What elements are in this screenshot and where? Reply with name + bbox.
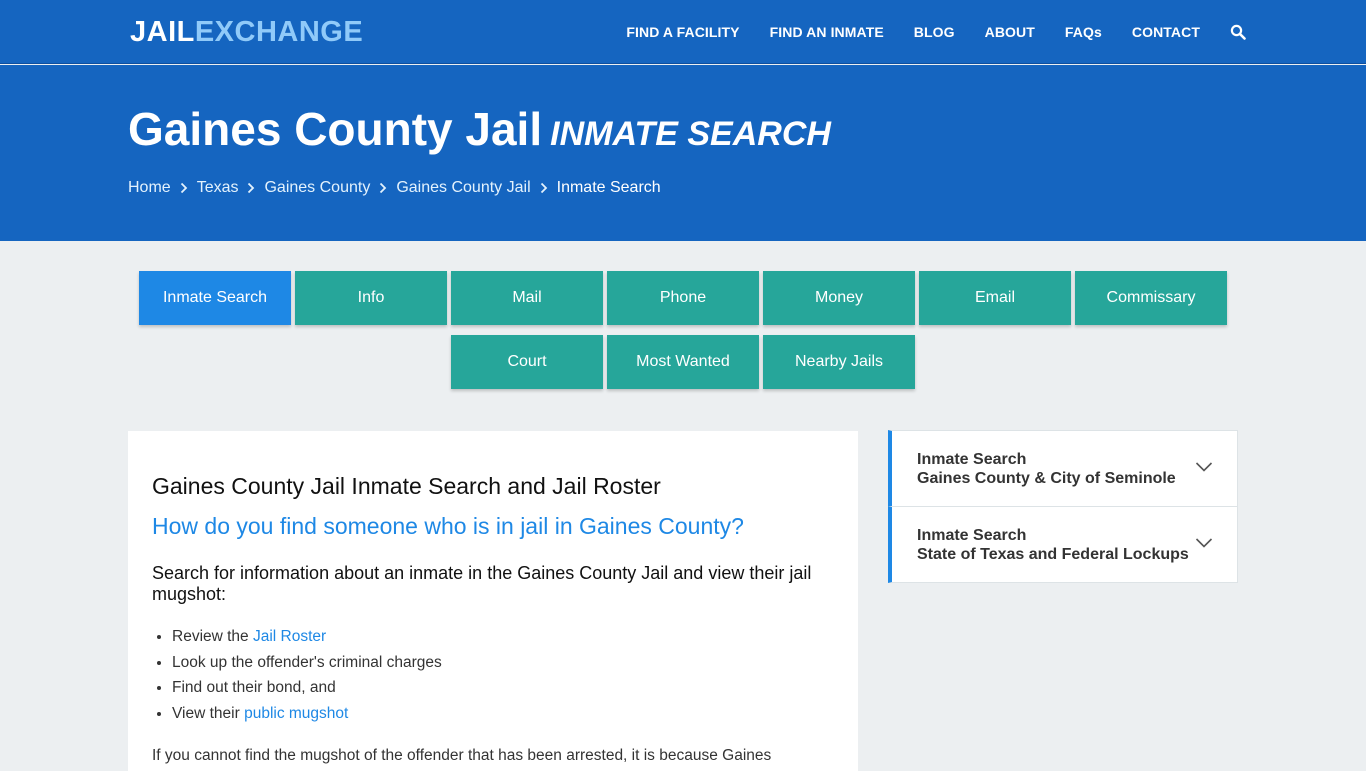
tab-row-1: Inmate Search Info Mail Phone Money Emai… bbox=[0, 271, 1366, 325]
accordion-gaines-county[interactable]: Inmate Search Gaines County & City of Se… bbox=[888, 430, 1238, 507]
tab-row-2: Court Most Wanted Nearby Jails bbox=[0, 335, 1366, 389]
logo-part-jail: JAIL bbox=[130, 16, 195, 48]
tab-money[interactable]: Money bbox=[763, 271, 915, 325]
tab-info[interactable]: Info bbox=[295, 271, 447, 325]
chevron-right-icon bbox=[380, 182, 387, 194]
logo-part-exchange: EXCHANGE bbox=[194, 16, 364, 48]
tab-mail[interactable]: Mail bbox=[451, 271, 603, 325]
page-title-main: Gaines County Jail bbox=[128, 103, 543, 155]
list-item-text: View their bbox=[172, 704, 245, 722]
breadcrumb: Home Texas Gaines County Gaines County J… bbox=[128, 179, 661, 197]
tab-email[interactable]: Email bbox=[919, 271, 1071, 325]
list-item: Review the Jail Roster bbox=[172, 624, 834, 650]
search-icon[interactable] bbox=[1230, 24, 1246, 40]
nav-blog[interactable]: BLOG bbox=[914, 24, 955, 40]
list-item: Look up the offender's criminal charges bbox=[172, 650, 834, 676]
chevron-right-icon bbox=[248, 182, 255, 194]
tab-court[interactable]: Court bbox=[451, 335, 603, 389]
breadcrumb-texas[interactable]: Texas bbox=[197, 179, 239, 197]
list-item: Find out their bond, and bbox=[172, 675, 834, 701]
hero-banner: Gaines County Jail INMATE SEARCH Home Tex… bbox=[0, 65, 1366, 241]
content-paragraph: If you cannot find the mugshot of the of… bbox=[152, 747, 772, 764]
chevron-down-icon bbox=[1195, 538, 1213, 548]
facility-tabs: Inmate Search Info Mail Phone Money Emai… bbox=[0, 271, 1366, 399]
chevron-down-icon bbox=[1195, 462, 1213, 472]
accordion-subtitle: State of Texas and Federal Lockups bbox=[917, 546, 1189, 563]
sidebar: Inmate Search Gaines County & City of Se… bbox=[888, 430, 1238, 583]
nav-faqs[interactable]: FAQs bbox=[1065, 24, 1102, 40]
tab-phone[interactable]: Phone bbox=[607, 271, 759, 325]
main-content: Gaines County Jail Inmate Search and Jai… bbox=[128, 431, 858, 771]
main-nav: FIND A FACILITY FIND AN INMATE BLOG ABOU… bbox=[596, 0, 1246, 64]
accordion-title: Inmate Search bbox=[917, 527, 1027, 544]
chevron-right-icon bbox=[540, 182, 547, 194]
breadcrumb-gaines-county[interactable]: Gaines County bbox=[264, 179, 370, 197]
nav-about[interactable]: ABOUT bbox=[985, 24, 1035, 40]
tab-most-wanted[interactable]: Most Wanted bbox=[607, 335, 759, 389]
jail-roster-link[interactable]: Jail Roster bbox=[253, 628, 326, 645]
breadcrumb-home[interactable]: Home bbox=[128, 179, 171, 197]
site-logo[interactable]: JAILEXCHANGE bbox=[130, 16, 363, 48]
nav-contact[interactable]: CONTACT bbox=[1132, 24, 1200, 40]
content-heading: Gaines County Jail Inmate Search and Jai… bbox=[152, 473, 661, 499]
public-mugshot-link[interactable]: public mugshot bbox=[244, 705, 348, 722]
accordion-subtitle: Gaines County & City of Seminole bbox=[917, 470, 1176, 487]
page-title: Gaines County Jail INMATE SEARCH bbox=[128, 103, 831, 160]
tab-inmate-search[interactable]: Inmate Search bbox=[139, 271, 291, 325]
page-title-sub: INMATE SEARCH bbox=[550, 115, 831, 153]
top-navbar: JAILEXCHANGE FIND A FACILITY FIND AN INM… bbox=[0, 0, 1366, 64]
breadcrumb-current: Inmate Search bbox=[556, 179, 661, 196]
accordion-state-federal[interactable]: Inmate Search State of Texas and Federal… bbox=[888, 506, 1238, 583]
content-lead: Search for information about an inmate i… bbox=[152, 563, 812, 604]
tab-commissary[interactable]: Commissary bbox=[1075, 271, 1227, 325]
list-item: View their public mugshot bbox=[172, 701, 834, 727]
list-item-text: Review the bbox=[172, 628, 253, 645]
content-question: How do you find someone who is in jail i… bbox=[152, 513, 744, 539]
nav-find-inmate[interactable]: FIND AN INMATE bbox=[770, 24, 884, 40]
nav-find-facility[interactable]: FIND A FACILITY bbox=[626, 24, 739, 40]
tab-nearby-jails[interactable]: Nearby Jails bbox=[763, 335, 915, 389]
breadcrumb-gaines-county-jail[interactable]: Gaines County Jail bbox=[396, 179, 530, 197]
info-list: Review the Jail Roster Look up the offen… bbox=[172, 624, 834, 726]
accordion-title: Inmate Search bbox=[917, 451, 1027, 468]
chevron-right-icon bbox=[180, 182, 187, 194]
